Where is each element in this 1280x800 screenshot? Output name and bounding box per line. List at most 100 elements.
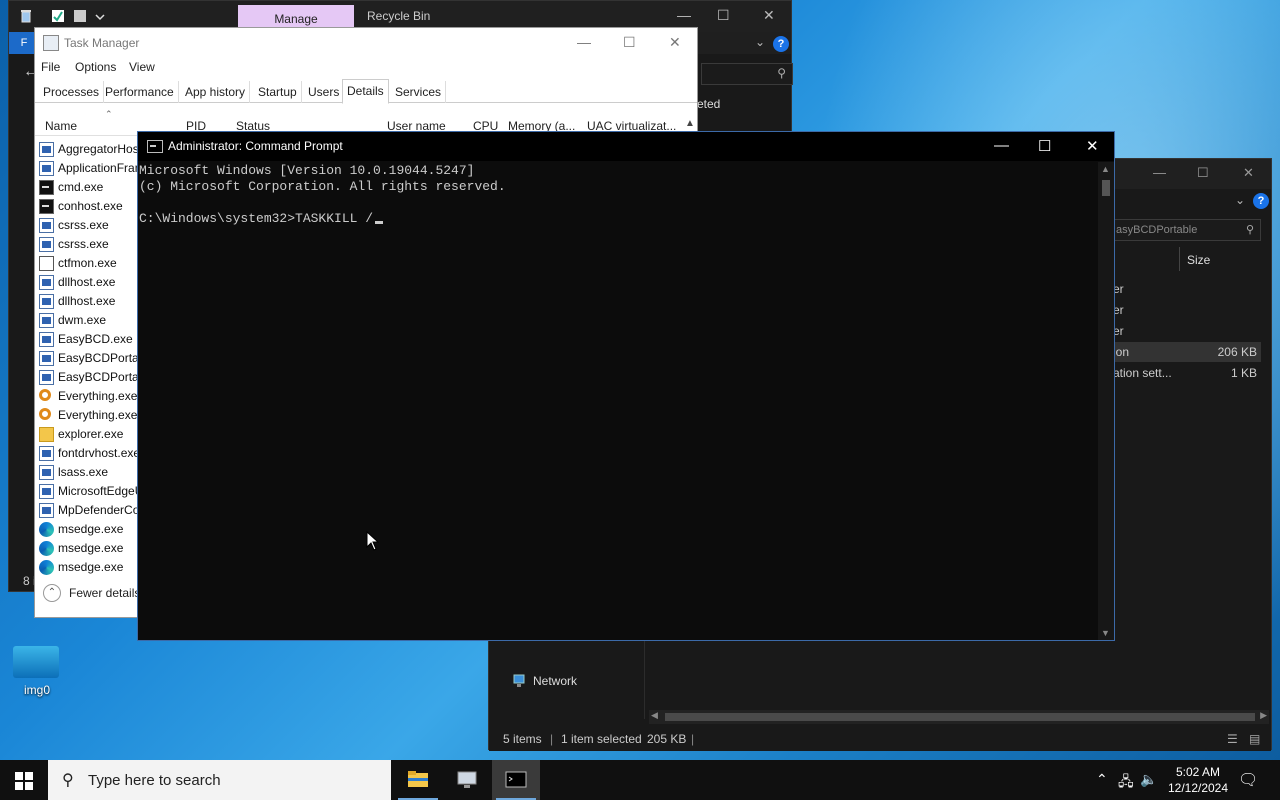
nav-item-label: Network xyxy=(533,674,578,688)
ribbon-expand-icon[interactable]: ⌄ xyxy=(1235,193,1245,207)
start-button[interactable] xyxy=(0,760,48,800)
process-row[interactable]: csrss.exe xyxy=(39,235,149,254)
process-row[interactable]: ApplicationFrameHost.exe xyxy=(39,159,149,178)
chevron-down-icon[interactable] xyxy=(93,9,107,23)
titlebar[interactable]: Administrator: Command Prompt — ☐ ✕ xyxy=(138,132,1114,161)
taskbar-file-explorer[interactable] xyxy=(394,760,442,800)
scroll-right-icon[interactable]: ▶ xyxy=(1260,710,1267,721)
new-folder-icon[interactable] xyxy=(73,9,87,23)
tab-performance[interactable]: Performance xyxy=(101,81,179,103)
process-row[interactable]: csrss.exe xyxy=(39,216,149,235)
process-row[interactable]: explorer.exe xyxy=(39,425,149,444)
close-icon[interactable]: ✕ xyxy=(763,7,775,24)
process-row[interactable]: msedge.exe xyxy=(39,558,149,577)
process-row[interactable]: cmd.exe xyxy=(39,178,149,197)
clock[interactable]: 5:02 AM 12/12/2024 xyxy=(1160,764,1236,796)
tab-services[interactable]: Services xyxy=(391,81,447,103)
process-row[interactable]: dllhost.exe xyxy=(39,273,149,292)
close-icon[interactable]: ✕ xyxy=(1086,137,1099,155)
properties-icon[interactable] xyxy=(51,9,65,23)
large-icons-view-icon[interactable]: ▤ xyxy=(1249,727,1260,751)
vertical-scrollbar[interactable]: ▲ ▼ xyxy=(1098,162,1114,640)
window-title: Recycle Bin xyxy=(367,9,431,23)
menu-file[interactable]: File xyxy=(41,60,60,74)
status-bar: 5 items | 1 item selected 205 KB | ☰ ▤ xyxy=(489,727,1271,751)
command-prompt-window[interactable]: Administrator: Command Prompt — ☐ ✕ Micr… xyxy=(137,131,1115,641)
tab-app-history[interactable]: App history xyxy=(181,81,251,103)
window-title: Task Manager xyxy=(64,36,140,50)
process-row[interactable]: AggregatorHost.exe xyxy=(39,140,149,159)
minimize-icon[interactable]: — xyxy=(677,7,691,23)
tab-users[interactable]: Users xyxy=(304,81,345,103)
minimize-icon[interactable]: — xyxy=(577,34,591,50)
titlebar[interactable]: Task Manager — ☐ ✕ xyxy=(35,28,697,58)
status-selected: 1 item selected xyxy=(561,732,642,746)
tab-processes[interactable]: Processes xyxy=(39,81,105,103)
process-row[interactable]: msedge.exe xyxy=(39,520,149,539)
process-note-icon xyxy=(39,256,54,271)
help-icon[interactable]: ? xyxy=(1253,193,1269,209)
column-name[interactable]: Name xyxy=(45,119,77,133)
process-row[interactable]: ctfmon.exe xyxy=(39,254,149,273)
window-title: Administrator: Command Prompt xyxy=(168,139,343,153)
minimize-icon[interactable]: — xyxy=(994,137,1009,154)
process-row[interactable]: MicrosoftEdgeUpdate.exe xyxy=(39,482,149,501)
taskbar-command-prompt[interactable] xyxy=(492,760,540,800)
process-row[interactable]: Everything.exe xyxy=(39,387,149,406)
process-generic-icon xyxy=(39,294,54,309)
process-name: EasyBCDPortable.exe xyxy=(58,370,149,384)
help-icon[interactable]: ? xyxy=(773,36,789,52)
console-output[interactable]: Microsoft Windows [Version 10.0.19044.52… xyxy=(138,162,1100,640)
scroll-down-icon[interactable]: ▼ xyxy=(1101,628,1110,638)
close-icon[interactable]: ✕ xyxy=(1243,165,1254,181)
file-row[interactable]: er xyxy=(1113,279,1261,299)
process-row[interactable]: EasyBCDPortable.exe xyxy=(39,368,149,387)
search-input[interactable]: asyBCDPortable ⚲ xyxy=(1113,219,1261,241)
process-row[interactable]: conhost.exe xyxy=(39,197,149,216)
console-prompt[interactable]: C:\Windows\system32>TASKKILL / xyxy=(139,211,384,227)
ribbon-expand-icon[interactable]: ⌄ xyxy=(755,35,765,49)
process-row[interactable]: lsass.exe xyxy=(39,463,149,482)
process-row[interactable]: EasyBCDPortable.exe xyxy=(39,349,149,368)
search-input[interactable]: ⚲ xyxy=(701,63,793,85)
details-view-icon[interactable]: ☰ xyxy=(1227,727,1238,751)
tab-startup[interactable]: Startup xyxy=(254,81,302,103)
file-row[interactable]: er xyxy=(1113,321,1261,341)
horizontal-scrollbar[interactable]: ◀ ▶ xyxy=(649,710,1269,724)
column-size[interactable]: Size xyxy=(1187,253,1210,267)
maximize-icon[interactable]: ☐ xyxy=(1038,137,1051,155)
process-row[interactable]: msedge.exe xyxy=(39,539,149,558)
scroll-up-icon[interactable]: ▲ xyxy=(685,118,695,129)
process-row[interactable]: dwm.exe xyxy=(39,311,149,330)
chevron-up-icon[interactable]: ⌃ xyxy=(1096,771,1108,788)
close-icon[interactable]: ✕ xyxy=(669,34,681,51)
column-date-deleted: eted xyxy=(697,97,721,111)
volume-muted-icon[interactable]: 🔈 xyxy=(1140,771,1157,788)
process-generic-icon xyxy=(39,446,54,461)
process-row[interactable]: Everything.exe xyxy=(39,406,149,425)
minimize-icon[interactable]: — xyxy=(1153,165,1166,180)
process-row[interactable]: EasyBCD.exe xyxy=(39,330,149,349)
scroll-left-icon[interactable]: ◀ xyxy=(651,710,658,721)
process-row[interactable]: dllhost.exe xyxy=(39,292,149,311)
process-row[interactable]: fontdrvhost.exe xyxy=(39,444,149,463)
maximize-icon[interactable]: ☐ xyxy=(717,7,730,24)
menu-view[interactable]: View xyxy=(129,60,155,74)
process-name: MicrosoftEdgeUpdate.exe xyxy=(58,484,149,498)
file-row-selected[interactable]: ion 206 KB xyxy=(1113,342,1261,362)
menu-options[interactable]: Options xyxy=(75,60,116,74)
scroll-up-icon[interactable]: ▲ xyxy=(1101,164,1110,174)
tab-details[interactable]: Details xyxy=(342,79,389,104)
process-name: lsass.exe xyxy=(58,465,109,479)
network-status-icon[interactable]: 🖧 xyxy=(1118,771,1134,795)
scrollbar-thumb[interactable] xyxy=(1102,180,1110,196)
file-row[interactable]: ation sett... 1 KB xyxy=(1113,363,1261,383)
taskbar-network-tool[interactable] xyxy=(443,760,491,800)
maximize-icon[interactable]: ☐ xyxy=(1197,165,1209,181)
process-row[interactable]: MpDefenderCoreService.exe xyxy=(39,501,149,520)
maximize-icon[interactable]: ☐ xyxy=(623,34,636,51)
file-row[interactable]: er xyxy=(1113,300,1261,320)
notifications-icon[interactable]: 🗨 xyxy=(1238,770,1258,790)
scrollbar-thumb[interactable] xyxy=(665,713,1255,721)
taskbar-search-input[interactable]: ⚲ Type here to search xyxy=(48,760,391,800)
